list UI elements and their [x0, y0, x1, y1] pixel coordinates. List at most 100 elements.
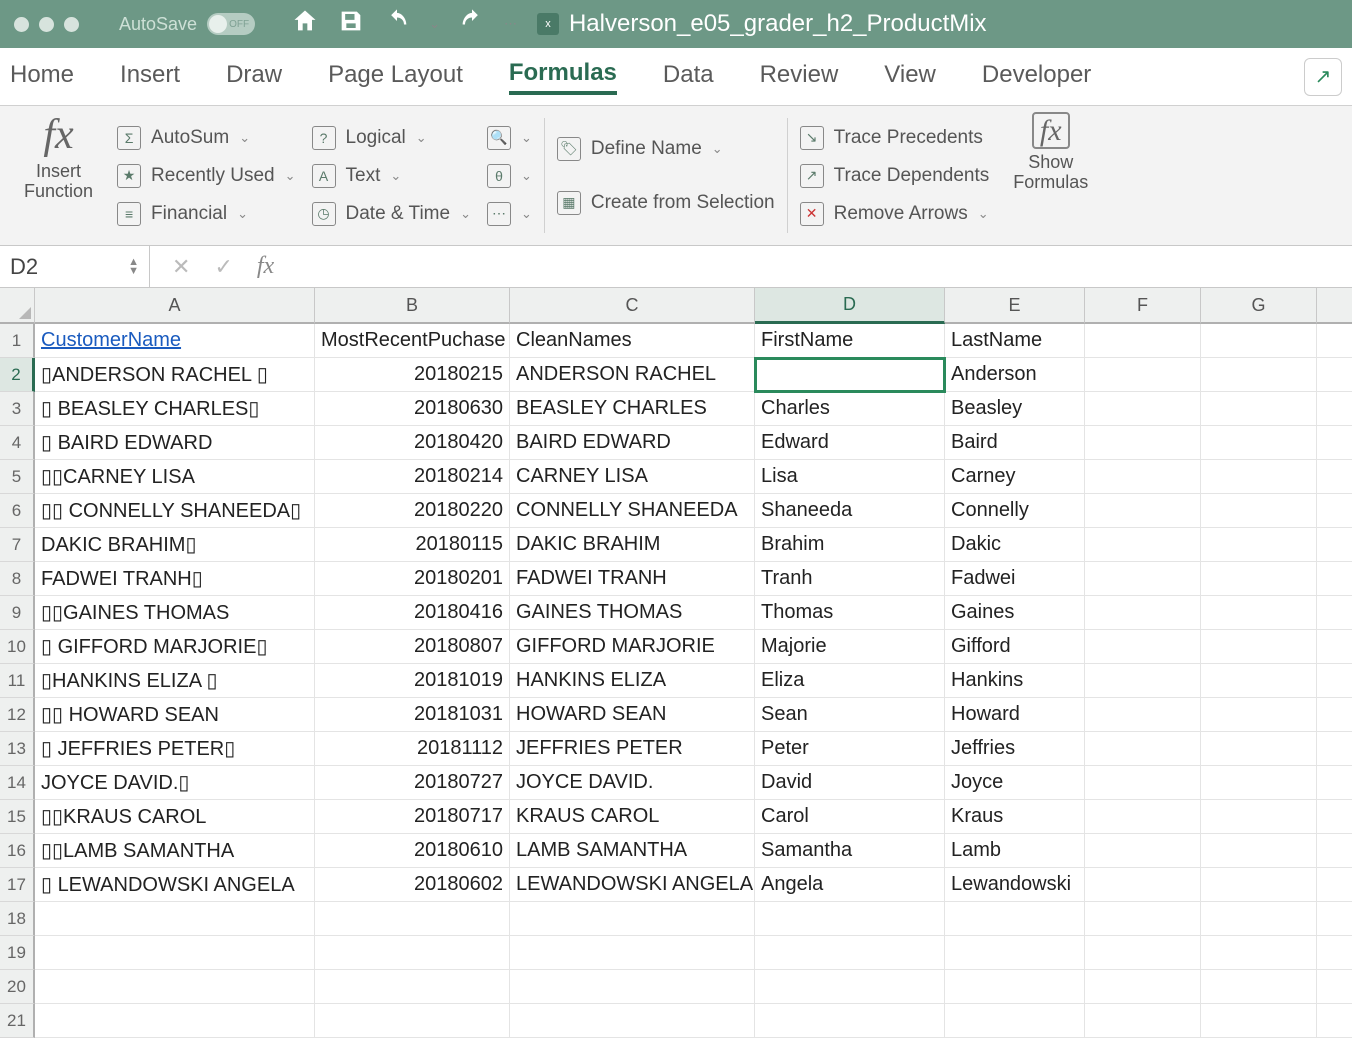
accept-formula-icon[interactable]: ✓	[214, 254, 232, 280]
empty-cell[interactable]	[945, 970, 1085, 1004]
header-cell[interactable]	[1085, 324, 1201, 358]
data-cell[interactable]	[1201, 562, 1317, 596]
tab-page-layout[interactable]: Page Layout	[328, 61, 463, 93]
data-cell[interactable]: 20180717	[315, 800, 510, 834]
empty-cell[interactable]	[1085, 1004, 1201, 1038]
data-cell[interactable]	[1201, 358, 1317, 392]
data-cell[interactable]	[1201, 834, 1317, 868]
data-cell[interactable]: 20180201	[315, 562, 510, 596]
data-cell[interactable]: ▯ BAIRD EDWARD	[35, 426, 315, 460]
recently-used-button[interactable]: ★Recently Used⌄	[117, 164, 295, 188]
data-cell[interactable]: Connelly	[945, 494, 1085, 528]
row-header[interactable]: 1	[0, 324, 35, 358]
show-formulas-button[interactable]: fx Show Formulas	[1005, 112, 1096, 193]
data-cell[interactable]	[1201, 596, 1317, 630]
data-cell[interactable]	[1317, 596, 1352, 630]
empty-cell[interactable]	[945, 1004, 1085, 1038]
data-cell[interactable]: LEWANDOWSKI ANGELA	[510, 868, 755, 902]
data-cell[interactable]: DAKIC BRAHIM	[510, 528, 755, 562]
data-cell[interactable]: Shaneeda	[755, 494, 945, 528]
column-header-B[interactable]: B	[315, 288, 510, 324]
row-header[interactable]: 7	[0, 528, 35, 562]
data-cell[interactable]: ▯ BEASLEY CHARLES▯	[35, 392, 315, 426]
data-cell[interactable]: Gifford	[945, 630, 1085, 664]
data-cell[interactable]	[1085, 630, 1201, 664]
empty-cell[interactable]	[755, 902, 945, 936]
data-cell[interactable]	[1085, 800, 1201, 834]
data-cell[interactable]: 20180214	[315, 460, 510, 494]
data-cell[interactable]	[1201, 698, 1317, 732]
empty-cell[interactable]	[510, 902, 755, 936]
data-cell[interactable]: Lisa	[755, 460, 945, 494]
row-header[interactable]: 19	[0, 936, 35, 970]
data-cell[interactable]: Fadwei	[945, 562, 1085, 596]
data-cell[interactable]: 20180220	[315, 494, 510, 528]
trace-precedents-button[interactable]: ↘Trace Precedents	[800, 126, 990, 150]
data-cell[interactable]	[755, 358, 945, 392]
data-cell[interactable]	[1201, 664, 1317, 698]
column-header-A[interactable]: A	[35, 288, 315, 324]
empty-cell[interactable]	[1201, 902, 1317, 936]
row-header[interactable]: 6	[0, 494, 35, 528]
data-cell[interactable]	[1201, 392, 1317, 426]
data-cell[interactable]: Joyce	[945, 766, 1085, 800]
data-cell[interactable]: HOWARD SEAN	[510, 698, 755, 732]
empty-cell[interactable]	[1317, 1004, 1352, 1038]
empty-cell[interactable]	[315, 970, 510, 1004]
data-cell[interactable]	[1085, 732, 1201, 766]
undo-icon[interactable]	[383, 7, 411, 42]
spreadsheet-grid[interactable]: ABCDEFGH 1234567891011121314151617181920…	[0, 288, 1352, 324]
data-cell[interactable]	[1317, 358, 1352, 392]
data-cell[interactable]: Baird	[945, 426, 1085, 460]
data-cell[interactable]: ▯▯CARNEY LISA	[35, 460, 315, 494]
data-cell[interactable]: Lewandowski	[945, 868, 1085, 902]
data-cell[interactable]	[1317, 426, 1352, 460]
data-cell[interactable]: ▯ANDERSON RACHEL ▯	[35, 358, 315, 392]
data-cell[interactable]: Jeffries	[945, 732, 1085, 766]
row-header[interactable]: 9	[0, 596, 35, 630]
row-header[interactable]: 2	[0, 358, 35, 392]
data-cell[interactable]	[1085, 392, 1201, 426]
data-cell[interactable]: Eliza	[755, 664, 945, 698]
row-header[interactable]: 11	[0, 664, 35, 698]
data-cell[interactable]: ▯ JEFFRIES PETER▯	[35, 732, 315, 766]
data-cell[interactable]: 20180416	[315, 596, 510, 630]
data-cell[interactable]	[1085, 460, 1201, 494]
data-cell[interactable]: GAINES THOMAS	[510, 596, 755, 630]
row-header[interactable]: 4	[0, 426, 35, 460]
remove-arrows-button[interactable]: ✕Remove Arrows⌄	[800, 202, 990, 226]
data-cell[interactable]: David	[755, 766, 945, 800]
math-button[interactable]: θ⌄	[487, 164, 532, 188]
data-cell[interactable]	[1317, 732, 1352, 766]
empty-cell[interactable]	[510, 1004, 755, 1038]
undo-dropdown-icon[interactable]: ⌄	[429, 16, 440, 32]
create-from-selection-button[interactable]: ▦Create from Selection	[557, 191, 775, 215]
empty-cell[interactable]	[35, 1004, 315, 1038]
data-cell[interactable]	[1085, 698, 1201, 732]
data-cell[interactable]	[1201, 528, 1317, 562]
data-cell[interactable]: JOYCE DAVID.▯	[35, 766, 315, 800]
data-cell[interactable]: Edward	[755, 426, 945, 460]
data-cell[interactable]: ▯▯KRAUS CAROL	[35, 800, 315, 834]
row-header[interactable]: 12	[0, 698, 35, 732]
data-cell[interactable]	[1085, 834, 1201, 868]
data-cell[interactable]	[1317, 528, 1352, 562]
data-cell[interactable]	[1317, 460, 1352, 494]
data-cell[interactable]	[1317, 698, 1352, 732]
row-header[interactable]: 10	[0, 630, 35, 664]
data-cell[interactable]: Charles	[755, 392, 945, 426]
data-cell[interactable]: ▯▯GAINES THOMAS	[35, 596, 315, 630]
data-cell[interactable]: 20180215	[315, 358, 510, 392]
data-cell[interactable]	[1317, 630, 1352, 664]
name-box-spinner[interactable]: ▲▼	[128, 258, 139, 276]
empty-cell[interactable]	[315, 1004, 510, 1038]
data-cell[interactable]	[1201, 766, 1317, 800]
data-cell[interactable]: 20180727	[315, 766, 510, 800]
formula-input[interactable]	[296, 246, 1352, 287]
lookup-button[interactable]: 🔍⌄	[487, 126, 532, 150]
data-cell[interactable]	[1201, 868, 1317, 902]
empty-cell[interactable]	[1201, 936, 1317, 970]
data-cell[interactable]: Howard	[945, 698, 1085, 732]
empty-cell[interactable]	[1317, 902, 1352, 936]
header-cell[interactable]: CleanNames	[510, 324, 755, 358]
